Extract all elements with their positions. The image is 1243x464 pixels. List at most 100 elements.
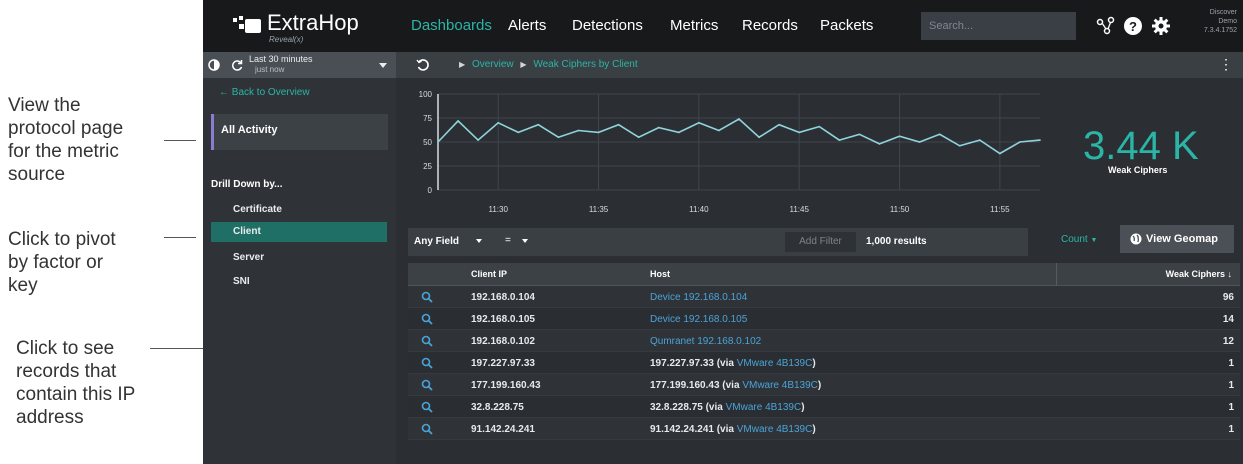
client-ip: 192.168.0.102: [471, 336, 535, 347]
client-ip: 177.199.160.43: [471, 380, 541, 391]
x-tick-label: 11:35: [589, 205, 609, 214]
nav-alerts[interactable]: Alerts: [508, 17, 546, 34]
table-row[interactable]: 192.168.0.104 Device 192.168.0.104 96: [408, 286, 1240, 308]
host-link[interactable]: Device 192.168.0.105: [650, 314, 747, 325]
drill-item-client[interactable]: Client: [211, 222, 387, 242]
drill-item-sni[interactable]: SNI: [211, 272, 387, 292]
drill-item-server[interactable]: Server: [211, 248, 387, 268]
help-icon[interactable]: ?: [1123, 16, 1143, 36]
column-weak-ciphers[interactable]: Weak Ciphers ↓: [1166, 269, 1232, 279]
search-records-icon[interactable]: [421, 291, 433, 303]
search-records-icon[interactable]: [421, 379, 433, 391]
search-records-icon[interactable]: [421, 423, 433, 435]
weak-ciphers-value: 1: [1228, 380, 1234, 391]
table-header: Client IP Host Weak Ciphers ↓: [408, 263, 1240, 286]
x-tick-label: 11:45: [789, 205, 809, 214]
host-cell: Device 192.168.0.104: [650, 292, 747, 303]
results-count: 1,000 results: [866, 236, 927, 247]
host-link[interactable]: VMware 4B139C: [737, 424, 813, 435]
nav-packets[interactable]: Packets: [820, 17, 873, 34]
sub-toolbar: Last 30 minutes just now ▶ Overview ▶ We…: [203, 52, 1243, 78]
refresh-icon[interactable]: [231, 59, 243, 71]
data-point: [778, 123, 780, 126]
operator-select[interactable]: =: [505, 235, 511, 246]
back-link-label: Back to Overview: [231, 87, 310, 98]
table-row[interactable]: 192.168.0.105 Device 192.168.0.105 14: [408, 308, 1240, 330]
data-point: [557, 136, 560, 138]
chevron-down-icon: [379, 63, 387, 68]
search-records-icon[interactable]: [421, 357, 433, 369]
toggle-icon[interactable]: [208, 59, 220, 71]
weak-ciphers-value: 12: [1222, 336, 1234, 347]
search-records-icon[interactable]: [421, 401, 433, 413]
data-point: [878, 143, 881, 145]
callout-records: Click to see records that contain this I…: [16, 338, 136, 428]
breadcrumb-current: Weak Ciphers by Client: [533, 59, 638, 70]
extrahop-app: ExtraHop Reveal(x) Dashboards Alerts Det…: [203, 0, 1243, 464]
nav-detections[interactable]: Detections: [572, 17, 643, 34]
nav-dashboards[interactable]: Dashboards: [411, 17, 492, 34]
table-row[interactable]: 192.168.0.102 Qumranet 192.168.0.102 12: [408, 330, 1240, 352]
globe-icon: [1130, 233, 1142, 245]
host-link[interactable]: Qumranet 192.168.0.102: [650, 336, 761, 347]
search-records-icon[interactable]: [421, 313, 433, 325]
data-point: [437, 141, 439, 143]
field-select[interactable]: Any Field: [414, 236, 459, 247]
view-geomap-button[interactable]: View Geomap: [1120, 225, 1234, 253]
host-link[interactable]: VMware 4B139C: [742, 380, 818, 391]
drill-item-label: Client: [233, 226, 261, 237]
add-filter-button[interactable]: Add Filter: [785, 232, 856, 252]
brand-logo[interactable]: ExtraHop Reveal(x): [233, 10, 383, 46]
time-updated-label: just now: [255, 65, 285, 74]
data-point: [657, 126, 660, 129]
table-row[interactable]: 197.227.97.33 197.227.97.33 (via VMware 4…: [408, 352, 1240, 374]
history-icon[interactable]: [416, 58, 430, 72]
table-row[interactable]: 177.199.160.43 177.199.160.43 (via VMware…: [408, 374, 1240, 396]
data-point: [738, 118, 740, 120]
data-point: [979, 139, 981, 141]
data-point: [457, 120, 459, 122]
table-row[interactable]: 32.8.228.75 32.8.228.75 (via VMware 4B139…: [408, 396, 1240, 418]
data-point: [958, 145, 961, 147]
drill-item-certificate[interactable]: Certificate: [211, 200, 387, 220]
more-options-icon[interactable]: ⋮: [1219, 56, 1233, 73]
top-navigation: ExtraHop Reveal(x) Dashboards Alerts Det…: [203, 0, 1243, 52]
x-tick-label: 11:40: [689, 205, 709, 214]
host-link[interactable]: VMware 4B139C: [737, 358, 813, 369]
breadcrumb: ▶ Overview ▶ Weak Ciphers by Client: [459, 59, 642, 70]
back-to-overview-link[interactable]: ← Back to Overview: [219, 87, 310, 98]
data-point: [798, 131, 800, 134]
host-suffix: ): [817, 380, 822, 391]
search-input[interactable]: [921, 12, 1076, 40]
weak-ciphers-chart[interactable]: 0 25 50 75 100 11:30 11:35 11:40 11:45 11:50 11:55: [408, 86, 1048, 226]
extrahop-logo-icon: [233, 16, 261, 33]
time-range-label: Last 30 minutes: [249, 54, 313, 64]
search-records-icon[interactable]: [421, 335, 433, 347]
column-host[interactable]: Host: [650, 269, 670, 279]
data-point: [1019, 141, 1021, 143]
nav-records[interactable]: Records: [742, 17, 798, 34]
callout-pivot: Click to pivot by factor or key: [8, 229, 116, 296]
gear-icon[interactable]: [1151, 16, 1171, 36]
arrow-left-icon: ←: [219, 87, 229, 98]
time-selector[interactable]: Last 30 minutes just now: [203, 52, 396, 78]
y-tick-label: 0: [428, 186, 433, 195]
svg-text:?: ?: [1129, 19, 1137, 34]
drill-item-label: Certificate: [233, 204, 282, 215]
table-row[interactable]: 91.142.24.241 91.142.24.241 (via VMware 4…: [408, 418, 1240, 440]
breadcrumb-overview[interactable]: Overview: [472, 59, 514, 70]
count-dropdown[interactable]: Count ▼: [1061, 234, 1097, 245]
activity-map-icon[interactable]: [1096, 16, 1116, 36]
nav-metrics[interactable]: Metrics: [670, 17, 718, 34]
x-tick-label: 11:50: [890, 205, 910, 214]
appliance-version: Discover Demo 7.3.4.1752: [1203, 9, 1237, 34]
host-prefix: 197.227.97.33 (via: [650, 358, 737, 369]
all-activity-item[interactable]: All Activity: [211, 114, 388, 150]
data-point: [497, 122, 499, 124]
sidebar: ← Back to Overview All Activity Drill Do…: [203, 78, 396, 464]
host-prefix: 91.142.24.241 (via: [650, 424, 737, 435]
column-client-ip[interactable]: Client IP: [471, 269, 507, 279]
data-point: [758, 136, 760, 138]
host-link[interactable]: VMware 4B139C: [726, 402, 802, 413]
host-link[interactable]: Device 192.168.0.104: [650, 292, 747, 303]
